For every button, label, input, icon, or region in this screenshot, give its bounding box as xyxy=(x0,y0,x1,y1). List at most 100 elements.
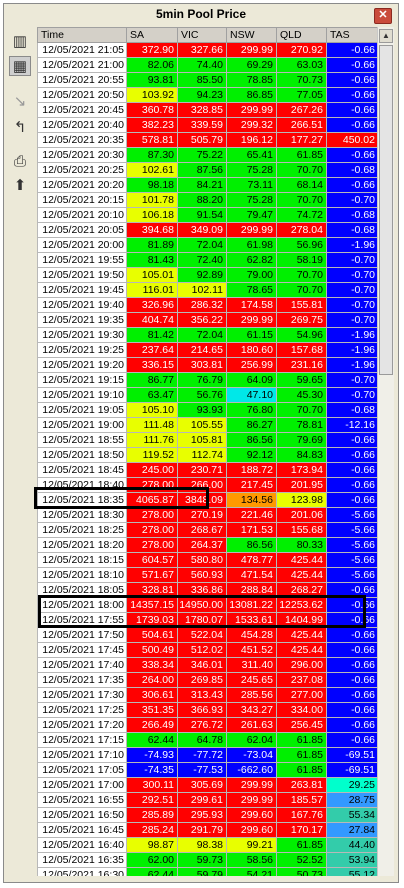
table-row[interactable]: 12/05/2021 20:30 87.30 75.22 65.41 61.85 -0.6… xyxy=(37,147,378,163)
table-row[interactable]: 12/05/2021 17:35 264.00 269.85 245.65 237.08… xyxy=(37,672,378,688)
table-row[interactable]: 12/05/2021 18:45 245.00 230.71 188.72 173.94… xyxy=(37,462,378,478)
scroll-track[interactable] xyxy=(379,377,393,874)
cell-sa: 81.43 xyxy=(126,252,178,268)
col-header-qld[interactable]: QLD xyxy=(276,27,327,43)
export-icon[interactable]: ↘ xyxy=(9,92,31,112)
table-row[interactable]: 12/05/2021 16:45 285.24 291.79 299.60 170.17… xyxy=(37,822,378,838)
table-row[interactable]: 12/05/2021 17:40 338.34 346.01 311.40 296.00… xyxy=(37,657,378,673)
table-row[interactable]: 12/05/2021 19:50 105.01 92.89 79.00 70.70 -0.… xyxy=(37,267,378,283)
table-row[interactable]: 12/05/2021 20:00 81.89 72.04 61.98 56.96 -1.9… xyxy=(37,237,378,253)
cell-sa: 500.49 xyxy=(126,642,178,658)
paste-icon[interactable]: ⬆ xyxy=(9,176,31,196)
table-row[interactable]: 12/05/2021 16:40 98.87 98.38 99.21 61.85 44.4… xyxy=(37,837,378,853)
table-row[interactable]: 12/05/2021 19:30 81.42 72.04 61.15 54.96 -1.9… xyxy=(37,327,378,343)
vertical-scrollbar[interactable]: ▲ xyxy=(377,27,394,876)
col-header-vic[interactable]: VIC xyxy=(177,27,227,43)
table-row[interactable]: 12/05/2021 20:35 578.81 505.79 196.12 177.27… xyxy=(37,132,378,148)
cell-vic: 299.61 xyxy=(177,792,227,808)
table-row[interactable]: 12/05/2021 18:55 111.76 105.81 86.56 79.69 -0… xyxy=(37,432,378,448)
grid-icon[interactable]: ▦ xyxy=(9,56,31,76)
table-row[interactable]: 12/05/2021 19:15 86.77 76.79 64.09 59.65 -0.7… xyxy=(37,372,378,388)
table-row[interactable]: 12/05/2021 19:45 116.01 102.11 78.65 70.70 -0… xyxy=(37,282,378,298)
header-row: Time SA VIC NSW QLD TAS xyxy=(37,27,378,43)
cell-time: 12/05/2021 20:35 xyxy=(37,132,127,148)
table-row[interactable]: 12/05/2021 18:25 278.00 268.67 171.53 155.68… xyxy=(37,522,378,538)
cell-tas: -0.66 xyxy=(326,87,378,103)
table-row[interactable]: 12/05/2021 16:55 292.51 299.61 299.99 185.57… xyxy=(37,792,378,808)
cell-tas: 450.02 xyxy=(326,132,378,148)
scroll-thumb[interactable] xyxy=(379,45,393,375)
table-row[interactable]: 12/05/2021 19:55 81.43 72.40 62.82 58.19 -0.7… xyxy=(37,252,378,268)
table-row[interactable]: 12/05/2021 18:50 119.52 112.74 92.12 84.83 -0… xyxy=(37,447,378,463)
cell-tas: -1.96 xyxy=(326,327,378,343)
table-row[interactable]: 12/05/2021 18:35 4065.87 3848.09 134.56 123.… xyxy=(37,492,378,508)
table-row[interactable]: 12/05/2021 18:15 604.57 580.80 478.77 425.44… xyxy=(37,552,378,568)
table-row[interactable]: 12/05/2021 18:30 278.00 270.19 221.46 201.06… xyxy=(37,507,378,523)
table-row[interactable]: 12/05/2021 20:20 98.18 84.21 73.11 68.14 -0.6… xyxy=(37,177,378,193)
cell-vic: 14950.00 xyxy=(177,597,227,613)
col-header-nsw[interactable]: NSW xyxy=(226,27,277,43)
table-row[interactable]: 12/05/2021 20:05 394.68 349.09 299.99 278.04… xyxy=(37,222,378,238)
table-row[interactable]: 12/05/2021 17:20 266.49 276.72 261.63 256.45… xyxy=(37,717,378,733)
table-row[interactable]: 12/05/2021 16:50 285.89 295.93 299.60 167.76… xyxy=(37,807,378,823)
table-row[interactable]: 12/05/2021 19:00 111.48 105.55 86.27 78.81 -1… xyxy=(37,417,378,433)
cell-qld: 78.81 xyxy=(276,417,327,433)
table-row[interactable]: 12/05/2021 17:30 306.61 313.43 285.56 277.00… xyxy=(37,687,378,703)
printer-icon[interactable]: ⎙ xyxy=(9,152,31,172)
table-row[interactable]: 12/05/2021 20:25 102.61 87.56 75.28 70.70 -0.… xyxy=(37,162,378,178)
table-row[interactable]: 12/05/2021 18:20 278.00 264.37 86.56 80.33 -5… xyxy=(37,537,378,553)
table-row[interactable]: 12/05/2021 18:40 278.00 266.00 217.45 201.95… xyxy=(37,477,378,493)
cell-qld: 70.70 xyxy=(276,282,327,298)
table-row[interactable]: 12/05/2021 17:45 500.49 512.02 451.52 425.44… xyxy=(37,642,378,658)
table-row[interactable]: 12/05/2021 16:35 62.00 59.73 58.56 52.52 53.9… xyxy=(37,852,378,868)
table-row[interactable]: 12/05/2021 17:05 -74.35 -77.53 -662.60 61.85… xyxy=(37,762,378,778)
cell-sa: 326.96 xyxy=(126,297,178,313)
table-row[interactable]: 12/05/2021 17:00 300.11 305.69 299.99 263.81… xyxy=(37,777,378,793)
table-row[interactable]: 12/05/2021 20:40 382.23 339.59 299.32 266.51… xyxy=(37,117,378,133)
cell-vic: 59.79 xyxy=(177,867,227,876)
table-row[interactable]: 12/05/2021 21:00 82.06 74.40 69.29 63.03 -0.6… xyxy=(37,57,378,73)
table-row[interactable]: 12/05/2021 17:25 351.35 366.93 343.27 334.00… xyxy=(37,702,378,718)
cell-sa: 106.18 xyxy=(126,207,178,223)
return-icon[interactable]: ↰ xyxy=(9,118,31,138)
table-row[interactable]: 12/05/2021 19:20 336.15 303.81 256.99 231.16… xyxy=(37,357,378,373)
scroll-up-arrow-icon[interactable]: ▲ xyxy=(379,29,393,43)
table-row[interactable]: 12/05/2021 20:55 93.81 85.50 78.85 70.73 -0.6… xyxy=(37,72,378,88)
table-row[interactable]: 12/05/2021 20:15 101.78 88.20 75.28 70.70 -0.… xyxy=(37,192,378,208)
cell-tas: 29.25 xyxy=(326,777,378,793)
close-button[interactable]: ✕ xyxy=(374,8,392,24)
table-row[interactable]: 12/05/2021 16:30 62.44 59.79 54.21 50.73 55.1… xyxy=(37,867,378,876)
table-row[interactable]: 12/05/2021 19:05 105.10 93.93 76.80 70.70 -0.… xyxy=(37,402,378,418)
cell-tas: -0.70 xyxy=(326,267,378,283)
cell-time: 12/05/2021 16:55 xyxy=(37,792,127,808)
window-title: 5min Pool Price xyxy=(155,7,247,21)
cell-tas: -0.66 xyxy=(326,597,378,613)
table-row[interactable]: 12/05/2021 20:10 106.18 91.54 79.47 74.72 -0.… xyxy=(37,207,378,223)
table-row[interactable]: 12/05/2021 18:00 14357.15 14950.00 13081.22… xyxy=(37,597,378,613)
table-row[interactable]: 12/05/2021 21:05 372.90 327.66 299.99 270.92… xyxy=(37,42,378,58)
cell-time: 12/05/2021 16:35 xyxy=(37,852,127,868)
cell-time: 12/05/2021 16:45 xyxy=(37,822,127,838)
cell-time: 12/05/2021 17:35 xyxy=(37,672,127,688)
table-row[interactable]: 12/05/2021 20:45 360.78 328.85 299.99 267.26… xyxy=(37,102,378,118)
table-row[interactable]: 12/05/2021 17:55 1739.03 1780.07 1533.61 140… xyxy=(37,612,378,628)
col-header-sa[interactable]: SA xyxy=(126,27,178,43)
table-row[interactable]: 12/05/2021 17:50 504.61 522.04 454.28 425.44… xyxy=(37,627,378,643)
cell-vic: 214.65 xyxy=(177,342,227,358)
cell-nsw: 245.65 xyxy=(226,672,277,688)
cell-vic: 230.71 xyxy=(177,462,227,478)
table-row[interactable]: 12/05/2021 19:35 404.74 356.22 299.99 269.75… xyxy=(37,312,378,328)
table-row[interactable]: 12/05/2021 19:40 326.96 286.32 174.58 155.81… xyxy=(37,297,378,313)
table-row[interactable]: 12/05/2021 17:10 -74.93 -77.72 -73.04 61.85-… xyxy=(37,747,378,763)
chart-icon[interactable]: ▥ xyxy=(9,32,31,52)
table-row[interactable]: 12/05/2021 18:05 328.81 336.86 288.84 268.27… xyxy=(37,582,378,598)
col-header-tas[interactable]: TAS xyxy=(326,27,378,43)
table-row[interactable]: 12/05/2021 19:10 63.47 56.76 47.10 45.30 -0.7… xyxy=(37,387,378,403)
col-header-time[interactable]: Time xyxy=(37,27,127,43)
table-row[interactable]: 12/05/2021 20:50 103.92 94.23 86.85 77.05 -0.… xyxy=(37,87,378,103)
table-row[interactable]: 12/05/2021 18:10 571.67 560.93 471.54 425.44… xyxy=(37,567,378,583)
cell-qld: 70.73 xyxy=(276,72,327,88)
table-row[interactable]: 12/05/2021 17:15 62.44 64.78 62.04 61.85 -0.6… xyxy=(37,732,378,748)
cell-nsw: 62.04 xyxy=(226,732,277,748)
table-row[interactable]: 12/05/2021 19:25 237.64 214.65 180.60 157.68… xyxy=(37,342,378,358)
